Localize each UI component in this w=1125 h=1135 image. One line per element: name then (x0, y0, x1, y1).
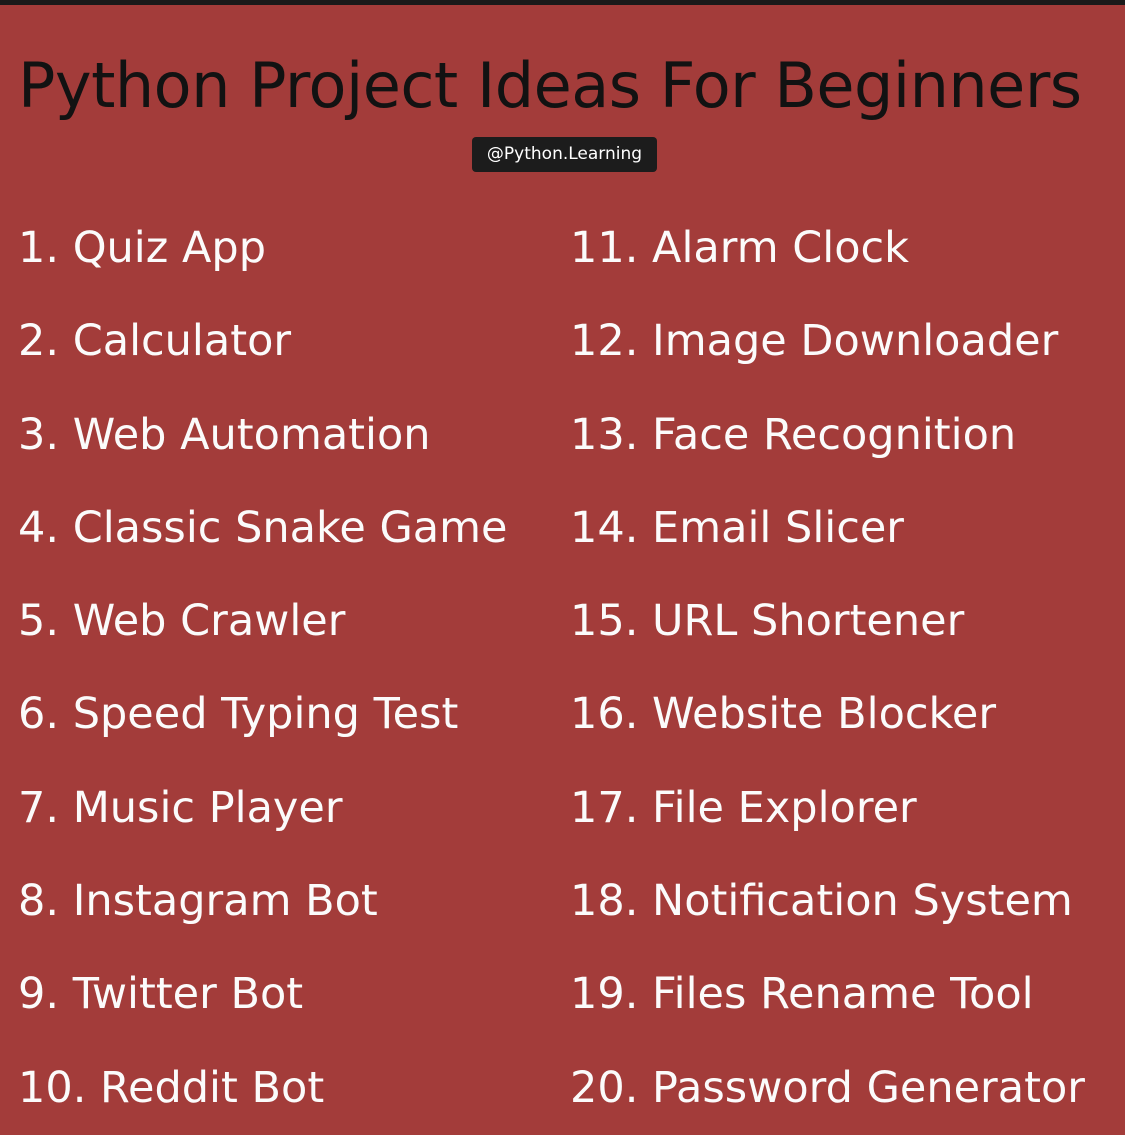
page-title: Python Project Ideas For Beginners (18, 49, 1082, 122)
idea-item: 4. Classic Snake Game (18, 502, 508, 553)
idea-item: 8. Instagram Bot (18, 876, 378, 927)
idea-item: 16. Website Blocker (570, 689, 997, 740)
idea-item: 20. Password Generator (570, 1062, 1085, 1113)
top-border-line (0, 0, 1125, 5)
idea-item: 7. Music Player (18, 782, 343, 833)
idea-item: 12. Image Downloader (570, 316, 1059, 367)
ideas-list-left: 1. Quiz App 2. Calculator 3. Web Automat… (18, 202, 558, 1135)
idea-item: 19. Files Rename Tool (570, 969, 1034, 1020)
idea-item: 1. Quiz App (18, 223, 266, 273)
idea-item: 17. File Explorer (570, 782, 917, 833)
idea-item: 13. Face Recognition (570, 409, 1017, 460)
idea-item: 14. Email Slicer (570, 502, 904, 553)
idea-item: 2. Calculator (18, 316, 292, 367)
idea-item: 5. Web Crawler (18, 596, 346, 647)
ideas-list-right: 11. Alarm Clock 12. Image Downloader 13.… (570, 202, 1120, 1135)
idea-item: 3. Web Automation (18, 409, 431, 460)
idea-item: 10. Reddit Bot (18, 1062, 325, 1113)
handle-badge: @Python.Learning (472, 137, 657, 172)
idea-item: 6. Speed Typing Test (18, 689, 459, 740)
idea-item: 15. URL Shortener (570, 596, 965, 647)
idea-item: 9. Twitter Bot (18, 969, 304, 1020)
idea-item: 18. Notification System (570, 876, 1073, 927)
idea-item: 11. Alarm Clock (570, 223, 910, 273)
